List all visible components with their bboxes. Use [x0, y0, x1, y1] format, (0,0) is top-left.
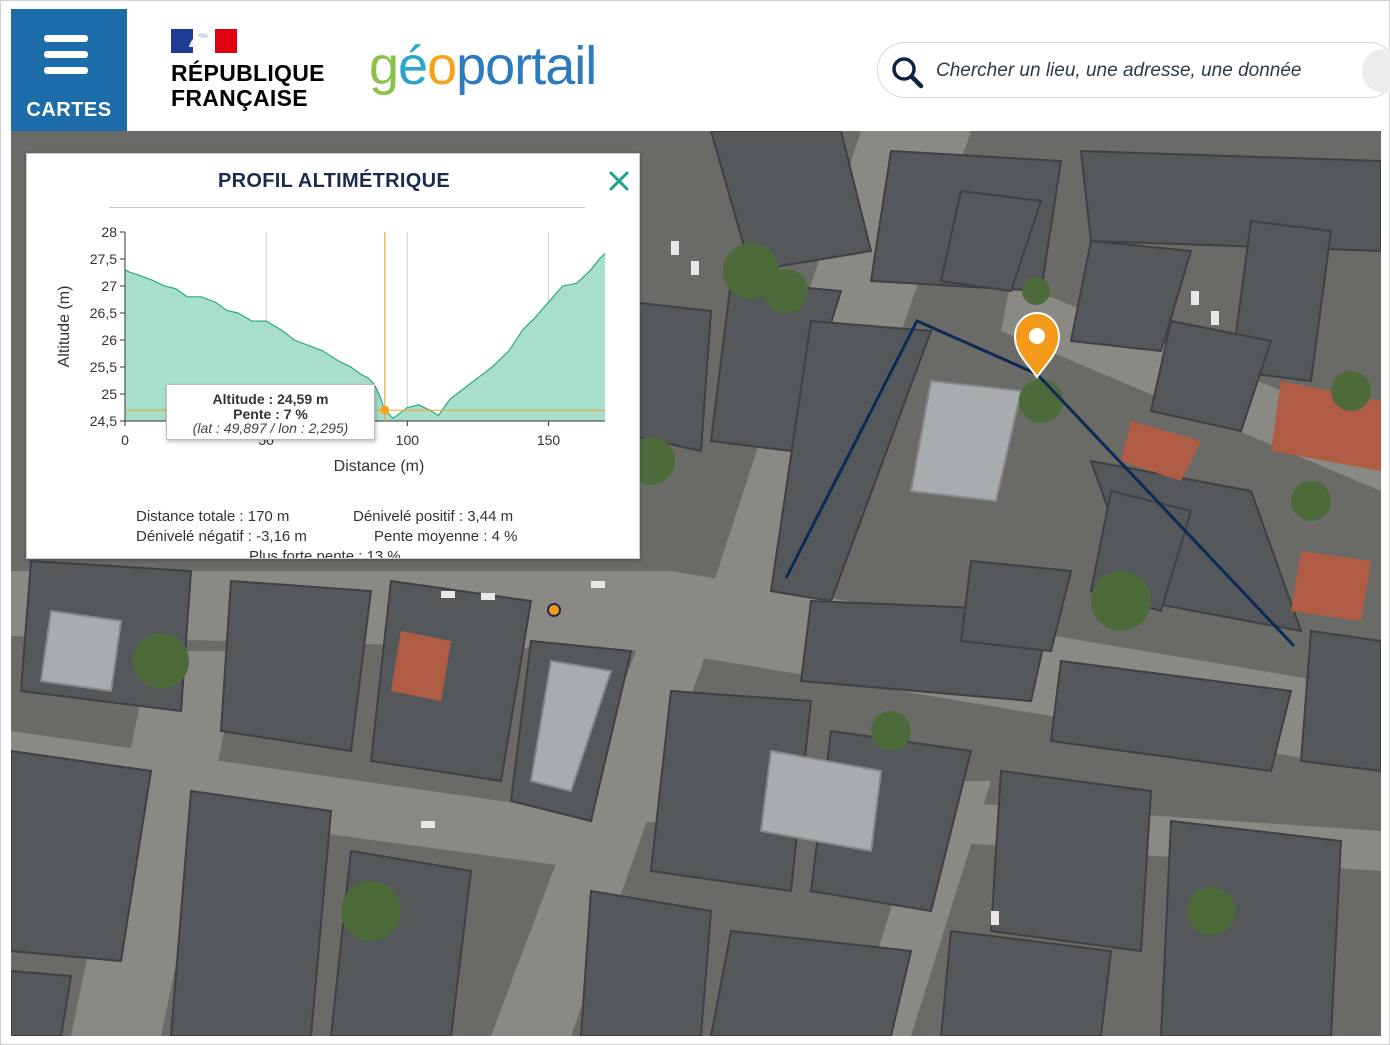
y-axis-label: Altitude (m): [56, 286, 73, 368]
logo-part-g: g: [369, 36, 399, 96]
logo-part-e: é: [398, 36, 428, 96]
y-tick-label: 25: [101, 386, 117, 402]
header: CARTES RÉPUBLIQUE FRANÇAISE géoportail: [11, 9, 1390, 131]
stat-denivele-positif: Dénivelé positif : 3,44 m: [353, 508, 514, 525]
y-tick-label: 27: [101, 278, 117, 294]
tooltip-coords: (lat : 49,897 / lon : 2,295): [192, 420, 349, 436]
rf-line-2: FRANÇAISE: [171, 85, 308, 111]
cursor-point: [380, 405, 390, 415]
y-tick-label: 25,5: [90, 359, 117, 375]
logo-part-o: o: [427, 36, 457, 96]
search-options-button[interactable]: [1362, 49, 1390, 93]
y-tick-label: 24,5: [90, 413, 117, 429]
x-tick-label: 100: [396, 432, 420, 448]
elevation-profile-panel: PROFIL ALTIMÉTRIQUE 24,5 25 25,5 26 26,5 27 27…: [26, 153, 640, 559]
stat-pente-moyenne: Pente moyenne : 4 %: [374, 528, 518, 545]
x-tick-label: 0: [121, 432, 129, 448]
rf-text: RÉPUBLIQUE FRANÇAISE: [171, 61, 325, 111]
marianne-flag-icon: [171, 29, 237, 53]
tooltip-altitude: Altitude : 24,59 m: [212, 391, 329, 407]
y-tick-label: 28: [101, 224, 117, 240]
search-input[interactable]: [936, 55, 1356, 87]
y-tick-label: 26: [101, 332, 117, 348]
rf-line-1: RÉPUBLIQUE: [171, 60, 325, 86]
search-icon[interactable]: [890, 55, 924, 89]
elevation-chart[interactable]: 24,52525,52626,52727,5280 50 100 150Distanc…: [27, 154, 640, 504]
chart-tooltip: Altitude : 24,59 m Pente : 7 % (lat : 49…: [166, 384, 375, 440]
y-tick-label: 27,5: [90, 251, 117, 267]
geoportail-logo[interactable]: géoportail: [369, 31, 597, 111]
x-axis-label: Distance (m): [334, 458, 425, 475]
hamburger-icon: [44, 35, 88, 75]
stat-denivele-negatif: Dénivelé négatif : -3,16 m: [136, 528, 307, 545]
app-window: CARTES RÉPUBLIQUE FRANÇAISE géoportail C…: [0, 0, 1390, 1045]
cartes-menu-button[interactable]: CARTES: [11, 9, 127, 131]
position-dot: [547, 603, 561, 617]
x-tick-label: 150: [537, 432, 561, 448]
search-bar: [877, 42, 1390, 98]
y-tick-label: 26,5: [90, 305, 117, 321]
republique-francaise-logo: RÉPUBLIQUE FRANÇAISE: [171, 29, 331, 119]
logo-part-portail: portail: [456, 36, 597, 96]
stat-distance-totale: Distance totale : 170 m: [136, 508, 290, 525]
cartes-label: CARTES: [26, 99, 112, 121]
stat-plus-forte-pente: Plus forte pente : 13 %: [249, 548, 401, 559]
